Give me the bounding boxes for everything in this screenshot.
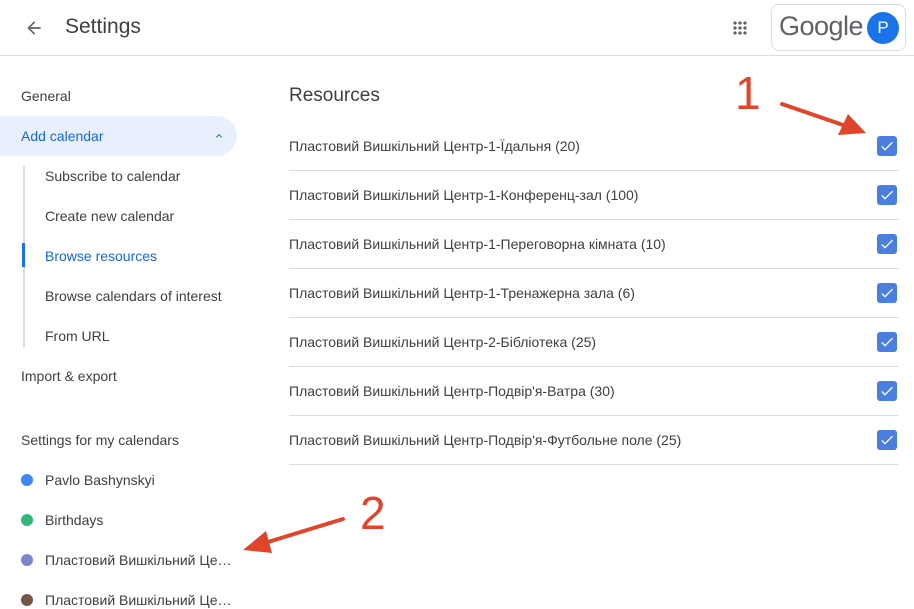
calendar-item[interactable]: Birthdays (21, 508, 241, 532)
resource-name: Пластовий Вишкільний Центр-1-Переговорна… (289, 236, 666, 252)
resource-row: Пластовий Вишкільний Центр-1-Тренажерна … (289, 269, 899, 318)
back-arrow-icon[interactable] (18, 12, 50, 44)
resource-row: Пластовий Вишкільний Центр-1-Конференц-з… (289, 171, 899, 220)
sidebar-item-add-calendar[interactable]: Add calendar (0, 116, 237, 156)
calendar-item[interactable]: Пластовий Вишкільний Центр-1-Конференц-з… (21, 588, 241, 609)
calendar-name: Пластовий Вишкільний Центр-1-Конференц-з… (45, 592, 235, 608)
checkmark-icon (881, 337, 893, 347)
resource-row: Пластовий Вишкільний Центр-1-Переговорна… (289, 220, 899, 269)
resources-heading: Resources (289, 85, 380, 106)
calendar-item[interactable]: Пластовий Вишкільний Центр-1-Ідальня (21, 548, 241, 572)
resource-name: Пластовий Вишкільний Центр-1-Конференц-з… (289, 187, 639, 203)
annotation-arrow-2 (266, 517, 345, 544)
calendar-name: Пластовий Вишкільний Центр-1-Ідальня (45, 552, 235, 568)
calendar-item[interactable]: Pavlo Bashynskyi (21, 468, 241, 492)
subnav-browse-calendars-of-interest[interactable]: Browse calendars of interest (45, 288, 222, 304)
subnav-create-new-calendar[interactable]: Create new calendar (45, 208, 174, 224)
chevron-up-icon (216, 134, 222, 138)
resource-row: Пластовий Вишкільний Центр-Подвір'я-Ватр… (289, 367, 899, 416)
top-app-bar: Settings Google P (0, 0, 914, 56)
resource-checkbox[interactable] (877, 234, 897, 254)
google-logo: Google (779, 11, 864, 41)
resource-checkbox[interactable] (877, 381, 897, 401)
resource-row: Пластовий Вишкільний Центр-Подвір'я-Футб… (289, 416, 899, 465)
annotation-number-2: 2 (360, 487, 386, 539)
subnav-active-indicator (22, 243, 25, 267)
checkmark-icon (881, 239, 893, 249)
my-calendars-heading: Settings for my calendars (21, 432, 179, 448)
resource-name: Пластовий Вишкільний Центр-2-Бібліотека … (289, 334, 597, 350)
resource-checkbox[interactable] (877, 185, 897, 205)
checkmark-icon (881, 435, 893, 445)
resource-name: Пластовий Вишкільний Центр-Подвір'я-Ватр… (289, 383, 615, 399)
annotation-number-1: 1 (735, 67, 761, 119)
checkmark-icon (881, 141, 893, 151)
resource-checkbox[interactable] (877, 136, 897, 156)
apps-grid-icon[interactable] (724, 12, 756, 44)
resource-row: Пластовий Вишкільний Центр-2-Бібліотека … (289, 318, 899, 367)
checkmark-icon (881, 386, 893, 396)
calendar-color-dot (21, 594, 33, 606)
resource-checkbox[interactable] (877, 283, 897, 303)
resource-name: Пластовий Вишкільний Центр-Подвір'я-Футб… (289, 432, 682, 448)
calendar-color-dot (21, 514, 33, 526)
resource-name: Пластовий Вишкільний Центр-1-Їдальня (20… (289, 138, 580, 154)
settings-sidebar: General Add calendar Subscribe to calend… (0, 57, 255, 609)
sidebar-item-general[interactable]: General (0, 76, 237, 116)
avatar[interactable]: P (867, 12, 899, 44)
calendar-color-dot (21, 474, 33, 486)
resource-checkbox[interactable] (877, 430, 897, 450)
calendar-color-dot (21, 554, 33, 566)
resource-name: Пластовий Вишкільний Центр-1-Тренажерна … (289, 285, 635, 301)
calendar-name: Birthdays (45, 512, 104, 528)
subnav-subscribe-to-calendar[interactable]: Subscribe to calendar (45, 168, 180, 184)
sidebar-item-import-export[interactable]: Import & export (0, 356, 237, 396)
subnav-browse-resources[interactable]: Browse resources (45, 248, 157, 264)
resource-row: Пластовий Вишкільний Центр-1-Їдальня (20… (289, 122, 899, 171)
subnav-from-url[interactable]: From URL (45, 328, 110, 344)
resource-list: Пластовий Вишкільний Центр-1-Їдальня (20… (289, 122, 899, 465)
sidebar-item-label: Add calendar (21, 128, 104, 144)
resource-checkbox[interactable] (877, 332, 897, 352)
checkmark-icon (881, 190, 893, 200)
calendar-name: Pavlo Bashynskyi (45, 472, 155, 488)
page-title: Settings (65, 15, 141, 38)
account-switcher[interactable]: Google P (771, 4, 906, 51)
checkmark-icon (881, 288, 893, 298)
